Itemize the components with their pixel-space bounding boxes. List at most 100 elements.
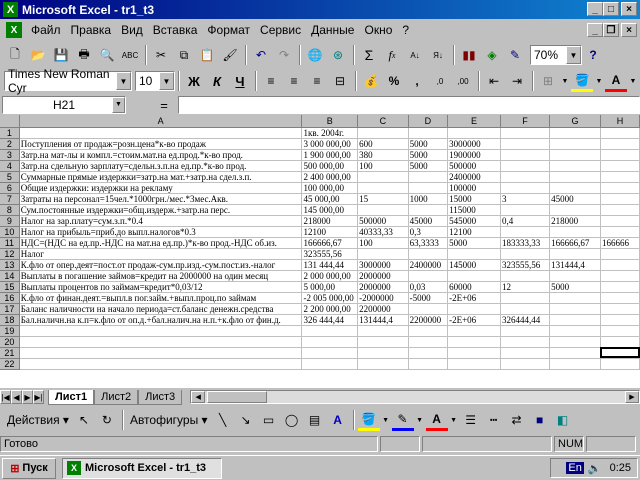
horizontal-scrollbar[interactable]: ◀ ▶ — [190, 390, 640, 404]
grid-cell[interactable] — [408, 325, 449, 337]
grid-cell[interactable] — [357, 347, 409, 359]
line-color-icon[interactable]: ✎ — [391, 409, 414, 431]
maximize-button[interactable]: □ — [603, 2, 619, 16]
grid-cell[interactable] — [357, 358, 409, 370]
fill-color-icon[interactable]: 🪣 — [357, 409, 380, 431]
autoshapes-menu[interactable]: Автофигуры ▾ — [127, 409, 211, 431]
language-indicator[interactable]: En — [566, 462, 584, 474]
grid-cell[interactable] — [549, 303, 601, 315]
menu-insert[interactable]: Вставка — [148, 23, 203, 37]
grid-cell[interactable] — [600, 358, 640, 370]
grid-cell[interactable] — [600, 138, 640, 150]
chevron-down-icon[interactable]: ▼ — [415, 409, 425, 431]
grid-cell[interactable] — [549, 358, 601, 370]
row-header[interactable]: 18 — [0, 314, 20, 326]
grid-cell[interactable]: 1900000 — [447, 149, 501, 161]
font-color-icon[interactable]: A — [605, 70, 627, 92]
grid-cell[interactable]: 326444,44 — [500, 314, 551, 326]
grid-cell[interactable] — [549, 292, 601, 304]
grid-cell[interactable]: -5000 — [408, 292, 449, 304]
row-header[interactable]: 8 — [0, 204, 20, 216]
grid-cell[interactable] — [549, 182, 601, 194]
grid-cell[interactable]: Выплаты в погашение займов=кредит на 200… — [19, 270, 303, 282]
grid-cell[interactable] — [357, 171, 409, 183]
workbook-icon[interactable]: X — [6, 22, 22, 38]
chevron-down-icon[interactable]: ▼ — [566, 46, 581, 64]
row-header[interactable]: 2 — [0, 138, 20, 150]
grid-cell[interactable] — [357, 248, 409, 260]
grid-cell[interactable]: 100000 — [447, 182, 501, 194]
grid-cell[interactable] — [301, 336, 359, 348]
hyperlink-icon[interactable]: 🌐 — [304, 44, 326, 66]
chevron-down-icon[interactable]: ▼ — [628, 70, 638, 92]
column-header[interactable]: F — [500, 115, 551, 128]
grid-cell[interactable]: Бал.наличн.на к.п=к.фло от оп.д.+бал.нал… — [19, 314, 303, 326]
oval-icon[interactable]: ◯ — [281, 409, 303, 431]
row-header[interactable]: 12 — [0, 248, 20, 260]
prev-sheet-button[interactable]: ◀ — [11, 390, 22, 404]
grid-cell[interactable]: 2400000 — [408, 259, 449, 271]
taskbar-item-excel[interactable]: X Microsoft Excel - tr1_t3 — [62, 457, 222, 479]
grid-cell[interactable] — [408, 358, 449, 370]
dash-style-icon[interactable]: ┅ — [483, 409, 505, 431]
grid-cell[interactable] — [301, 325, 359, 337]
grid-cell[interactable] — [600, 204, 640, 216]
grid-cell[interactable] — [549, 347, 601, 359]
grid-cell[interactable]: 3 000 000,00 — [301, 138, 359, 150]
menu-view[interactable]: Вид — [116, 23, 148, 37]
grid-cell[interactable] — [408, 336, 449, 348]
grid-cell[interactable]: 218000 — [549, 215, 601, 227]
grid-cell[interactable] — [600, 270, 640, 282]
row-header[interactable]: 9 — [0, 215, 20, 227]
column-header[interactable]: D — [408, 115, 449, 128]
grid-cell[interactable] — [549, 226, 601, 238]
grid-cell[interactable] — [600, 325, 640, 337]
grid-cell[interactable] — [357, 127, 409, 139]
grid-cell[interactable] — [549, 248, 601, 260]
column-header[interactable]: B — [301, 115, 359, 128]
grid-cell[interactable] — [549, 204, 601, 216]
grid-cell[interactable] — [447, 303, 501, 315]
grid-cell[interactable]: 145 000,00 — [301, 204, 359, 216]
grid-cell[interactable]: 218000 — [301, 215, 359, 227]
grid-cell[interactable]: 2200000 — [357, 303, 409, 315]
menu-help[interactable]: ? — [397, 23, 414, 37]
volume-icon[interactable]: 🔈 — [588, 462, 602, 475]
scroll-left-button[interactable]: ◀ — [191, 391, 206, 403]
3d-icon[interactable]: ◧ — [552, 409, 574, 431]
row-header[interactable]: 20 — [0, 336, 20, 348]
grid-cell[interactable]: К.фло от опер.деят=пост.от продаж-сум.пр… — [19, 259, 303, 271]
grid-cell[interactable]: 1 900 000,00 — [301, 149, 359, 161]
grid-cell[interactable] — [549, 314, 601, 326]
grid-cell[interactable]: 115000 — [447, 204, 501, 216]
doc-close-button[interactable]: × — [621, 23, 637, 37]
grid-cell[interactable]: 3000000 — [357, 259, 409, 271]
grid-cell[interactable] — [408, 182, 449, 194]
grid-cell[interactable] — [408, 127, 449, 139]
drawing-icon[interactable]: ✎ — [504, 44, 526, 66]
grid-cell[interactable]: -2Е+06 — [447, 292, 501, 304]
grid-cell[interactable] — [600, 171, 640, 183]
grid-cell[interactable] — [500, 292, 551, 304]
undo-icon[interactable]: ↶ — [250, 44, 272, 66]
grid-cell[interactable]: Баланс наличности на начало периода=ст.б… — [19, 303, 303, 315]
function-icon[interactable]: fx — [381, 44, 403, 66]
grid-cell[interactable]: 183333,33 — [500, 237, 551, 249]
grid-cell[interactable]: 63,3333 — [408, 237, 449, 249]
grid-cell[interactable]: Налог на зар.плату=сум.з.п.*0.4 — [19, 215, 303, 227]
row-header[interactable]: 7 — [0, 193, 20, 205]
grid-cell[interactable] — [600, 193, 640, 205]
start-button[interactable]: ⊞ Пуск — [2, 457, 56, 479]
borders-icon[interactable]: ⊞ — [537, 70, 559, 92]
row-header[interactable]: 5 — [0, 171, 20, 183]
grid-cell[interactable] — [600, 347, 640, 359]
row-header[interactable]: 3 — [0, 149, 20, 161]
grid-cell[interactable] — [447, 248, 501, 260]
grid-cell[interactable]: 166666 — [600, 237, 640, 249]
grid-cell[interactable] — [600, 281, 640, 293]
grid-cell[interactable] — [357, 325, 409, 337]
grid-cell[interactable]: 500000 — [357, 215, 409, 227]
grid-cell[interactable] — [600, 292, 640, 304]
chevron-down-icon[interactable]: ▼ — [381, 409, 391, 431]
select-objects-icon[interactable]: ↖ — [73, 409, 95, 431]
